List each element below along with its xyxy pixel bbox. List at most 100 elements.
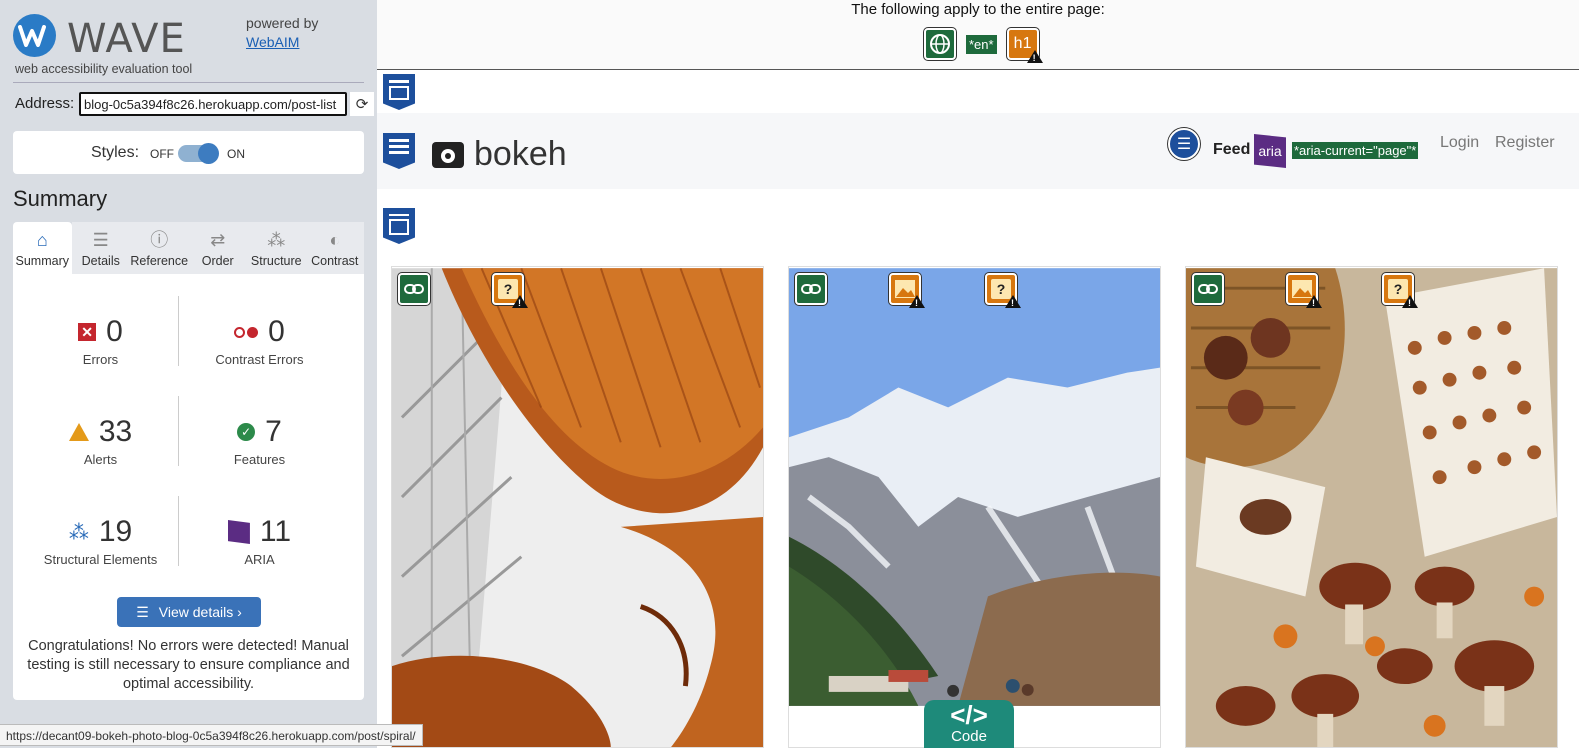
post-photo-spiral[interactable] [392,267,763,748]
wave-logo-text: WAVE [67,16,186,62]
tab-summary[interactable]: ⌂ Summary [13,222,72,274]
wave-sidebar: WAVE web accessibility evaluation tool p… [0,0,377,748]
list-structure-icon[interactable]: ☰ [1168,128,1200,160]
aria-current-tag[interactable]: *aria-current="page"* [1292,142,1419,159]
post-photo-mountain[interactable] [789,267,1160,707]
lang-tag[interactable]: *en* [966,34,997,54]
tab-label: Details [81,254,120,268]
alerts-count: 33 [98,415,133,448]
tab-label: Reference [130,254,189,268]
address-input[interactable] [79,92,347,116]
code-toggle-button[interactable]: </> Code [924,700,1014,748]
warning-icon [909,295,925,308]
structural-label: Structural Elements [43,552,158,567]
h1-alert-icon[interactable]: h1 [1006,28,1043,63]
image-alert-icon[interactable] [889,273,925,308]
view-details-label: View details › [158,604,242,620]
styles-toggle[interactable] [178,143,219,164]
image-alert-icon[interactable] [1286,273,1322,308]
post-card[interactable]: ? [1185,266,1558,748]
styles-toggle-box: Styles: OFF ON [13,131,364,174]
nav-register-link[interactable]: Register [1495,134,1555,152]
address-label: Address: [15,95,75,112]
nav-login-link[interactable]: Login [1440,134,1479,152]
header-structure-icon[interactable] [383,74,415,110]
code-icon: </> [950,700,988,730]
list-icon: ☰ [136,603,149,620]
stat-errors: ✕ 0 Errors [13,314,188,367]
card-wave-icons: ? [793,271,1160,311]
aria-count: 11 [259,515,292,548]
post-card[interactable]: ? [788,266,1161,748]
stat-contrast-errors: 0 Contrast Errors [172,314,347,367]
site-navbar: bokeh ☰ Feed aria *aria-current="page"* … [377,113,1579,189]
tab-structure[interactable]: ⁂ Structure [247,222,306,274]
nav-structure-icon[interactable] [383,133,415,169]
main-structure-icon[interactable] [383,208,415,244]
page-level-icons: *en* h1 [924,28,1043,63]
nav-feed-link[interactable]: Feed [1213,141,1250,159]
question-alert-icon[interactable]: ? [985,273,1021,308]
warning-icon [1005,295,1021,308]
alerts-label: Alerts [83,452,118,467]
code-label: Code [951,728,987,745]
errors-label: Errors [82,352,119,367]
congrats-message: Congratulations! No errors were detected… [27,638,350,692]
aria-icon[interactable]: aria [1254,134,1286,168]
warning-icon [1306,295,1322,308]
styles-off-label: OFF [150,147,174,161]
features-count: 7 [265,415,282,448]
feature-check-icon: ✓ [237,423,256,441]
powered-by: powered by WebAIM [246,14,318,52]
stat-features: ✓ 7 Features [172,414,347,467]
reload-icon[interactable]: ⟳ [350,92,374,116]
styles-label: Styles: [91,144,140,161]
wave-logo-icon [13,14,56,57]
alert-icon [68,423,89,441]
link-feature-icon[interactable] [1192,273,1224,305]
brand-name: bokeh [474,135,567,173]
view-details-button[interactable]: ☰ View details › [117,597,261,627]
wave-tagline: web accessibility evaluation tool [15,62,193,76]
webaim-link[interactable]: WebAIM [246,34,299,50]
structure-icon: ⁂ [68,521,89,544]
error-icon: ✕ [78,323,97,341]
aria-icon [227,520,250,544]
tab-contrast[interactable]: ◐ Contrast [305,222,364,274]
warning-icon [512,295,528,308]
address-row: Address: ⟳ [13,92,374,116]
question-alert-icon[interactable]: ? [1382,273,1418,308]
language-globe-icon[interactable] [924,28,956,60]
stat-structural: ⁂ 19 Structural Elements [13,514,188,567]
tab-details[interactable]: ☰ Details [71,222,130,274]
tab-reference[interactable]: ⓘ Reference [130,222,189,274]
errors-count: 0 [106,315,123,348]
link-feature-icon[interactable] [795,273,827,305]
list-icon: ☰ [92,230,109,250]
card-wave-icons: ? [1190,271,1557,311]
tab-label: Contrast [311,254,359,268]
tab-order[interactable]: ⇄ Order [188,222,247,274]
powered-by-text: powered by [246,15,319,31]
styles-on-label: ON [227,147,245,161]
card-wave-icons: ? [396,271,763,311]
summary-title: Summary [13,186,108,211]
contrast-errors-label: Contrast Errors [215,352,304,367]
post-photo-mushrooms[interactable] [1186,267,1557,748]
site-brand[interactable]: bokeh [432,135,567,174]
contrast-icon: ◐ [329,230,341,250]
home-icon: ⌂ [36,230,48,250]
page-level-banner: The following apply to the entire page: … [377,0,1579,70]
warning-icon [1402,295,1418,308]
info-icon: ⓘ [150,230,169,250]
stat-aria: 11 ARIA [172,514,347,567]
aria-label: ARIA [244,552,275,567]
tab-label: Structure [250,254,302,268]
tab-label: Order [201,254,234,268]
warning-icon [1026,50,1043,63]
post-card[interactable]: ? [391,266,764,748]
structure-icon: ⁂ [267,230,286,250]
link-feature-icon[interactable] [398,273,430,305]
question-alert-icon[interactable]: ? [492,273,528,308]
features-label: Features [233,452,286,467]
